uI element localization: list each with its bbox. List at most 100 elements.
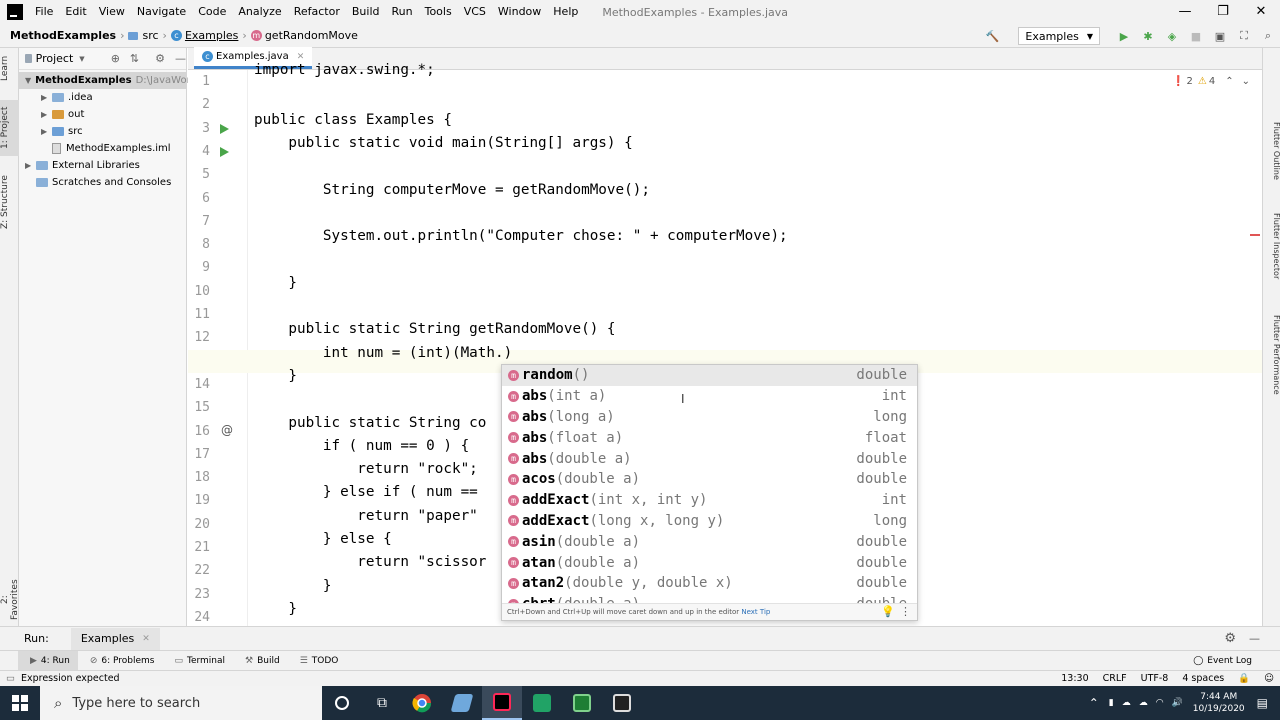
menu-item-refactor[interactable]: Refactor — [288, 0, 346, 24]
minimize-button[interactable]: — — [1166, 0, 1204, 24]
code-line[interactable]: return "rock"; — [254, 458, 478, 481]
completion-item[interactable]: m acos (double a) double — [502, 469, 917, 490]
file-encoding[interactable]: UTF-8 — [1141, 673, 1169, 684]
code-line[interactable]: String computerMove = getRandomMove(); — [254, 179, 650, 202]
breadcrumb-method[interactable]: getRandomMove — [265, 29, 358, 42]
taskbar-search-box[interactable]: ⌕ Type here to search — [40, 686, 322, 720]
menu-item-file[interactable]: File — [29, 0, 59, 24]
menu-item-build[interactable]: Build — [346, 0, 386, 24]
tree-item[interactable]: ▼ MethodExamples D:\JavaWork — [19, 72, 196, 89]
chevron-down-icon[interactable]: ▼ — [25, 76, 31, 85]
run-icon[interactable]: ▶ — [1116, 28, 1132, 44]
menu-item-analyze[interactable]: Analyze — [232, 0, 287, 24]
clock[interactable]: 7:44 AM 10/19/2020 — [1193, 691, 1245, 715]
network-icon[interactable]: ▮ — [1109, 698, 1114, 708]
notifications-icon[interactable]: ▤ — [1257, 696, 1268, 710]
chevron-right-icon[interactable]: ▶ — [41, 127, 52, 136]
tree-item[interactable]: MethodExamples.iml — [19, 140, 186, 157]
event-log-button[interactable]: ◯ Event Log — [1185, 651, 1260, 671]
tree-item[interactable]: Scratches and Consoles — [19, 174, 186, 191]
cortana-icon[interactable] — [322, 686, 362, 720]
project-structure-icon[interactable]: ▣ — [1212, 28, 1228, 44]
task-view-icon[interactable]: ⧉ — [362, 686, 402, 720]
completion-item[interactable]: m abs (int a) int — [502, 386, 917, 407]
code-line[interactable]: return "paper" — [254, 505, 478, 528]
completion-item[interactable]: m addExact (int x, int y) int — [502, 490, 917, 511]
project-panel-title[interactable]: Project — [36, 52, 74, 65]
run-gutter-icon[interactable] — [220, 146, 229, 157]
stop-icon[interactable]: ■ — [1188, 28, 1204, 44]
tab-flutter-performance[interactable]: Flutter Performance — [1263, 300, 1280, 410]
run-gutter-icon[interactable] — [220, 123, 229, 134]
next-tip-link[interactable]: Next Tip — [741, 608, 770, 616]
completion-item[interactable]: m random() double — [502, 365, 917, 386]
close-button[interactable]: ✕ — [1242, 0, 1280, 24]
completion-item[interactable]: m abs (double a) double — [502, 448, 917, 469]
menu-item-help[interactable]: Help — [547, 0, 584, 24]
code-line[interactable]: } else { — [254, 528, 392, 551]
code-line[interactable]: int num = (int)(Math.) — [254, 342, 512, 365]
lock-icon[interactable]: 🔒 — [1238, 673, 1250, 684]
code-line[interactable]: public static String co — [254, 412, 486, 435]
code-line[interactable]: } — [254, 598, 297, 621]
caret-position[interactable]: 13:30 — [1061, 673, 1088, 684]
menu-item-edit[interactable]: Edit — [59, 0, 92, 24]
tab-structure[interactable]: Z: Structure — [0, 170, 19, 234]
code-line[interactable]: import javax.swing.*; — [254, 59, 435, 82]
coverage-icon[interactable]: ◈ — [1164, 28, 1180, 44]
tree-item[interactable]: ▶ .idea — [19, 89, 186, 106]
chrome-icon[interactable] — [402, 686, 442, 720]
tool-window--run[interactable]: run-icon▶4: Run — [18, 650, 78, 671]
completion-item[interactable]: m abs (float a) float — [502, 427, 917, 448]
tool-window-todo[interactable]: todo-icon☰TODO — [288, 651, 347, 671]
code-line[interactable]: public static void main(String[] args) { — [254, 132, 632, 155]
locate-icon[interactable]: ⊕ — [111, 52, 120, 65]
tab-flutter-outline[interactable]: Flutter Outline — [1263, 110, 1280, 192]
chevron-down-icon[interactable]: ▼ — [79, 55, 84, 63]
close-tab-icon[interactable]: ✕ — [142, 634, 150, 644]
maximize-button[interactable]: ❐ — [1204, 0, 1242, 24]
tab-learn[interactable]: Learn — [0, 54, 19, 82]
tab-favorites[interactable]: 2: Favorites — [0, 576, 20, 624]
run-tab[interactable]: Examples ✕ — [70, 627, 160, 650]
run-configuration-select[interactable]: Examples ▼ — [1018, 27, 1100, 45]
settings-icon[interactable]: ⛶ — [1236, 28, 1252, 44]
lightbulb-icon[interactable]: 💡 — [881, 604, 895, 620]
completion-item[interactable]: m atan (double a) double — [502, 552, 917, 573]
windows-start-icon[interactable] — [0, 686, 40, 720]
chevron-right-icon[interactable]: ▶ — [25, 161, 36, 170]
tab-project[interactable]: 1: Project — [0, 100, 19, 156]
volume-icon[interactable]: 🔊 — [1172, 698, 1183, 708]
build-hammer-icon[interactable]: 🔨 — [984, 28, 1000, 44]
code-line[interactable]: } — [254, 575, 332, 598]
completion-item[interactable]: m atan2 (double y, double x) double — [502, 573, 917, 594]
completion-item[interactable]: m asin (double a) double — [502, 531, 917, 552]
sheets-app-icon[interactable] — [522, 686, 562, 720]
code-line[interactable]: public class Examples { — [254, 109, 452, 132]
chevron-down-icon[interactable]: ⌄ — [1242, 76, 1250, 87]
gear-icon[interactable]: ⚙ — [1224, 631, 1236, 646]
code-line[interactable]: return "scissor — [254, 551, 486, 574]
indent-setting[interactable]: 4 spaces — [1182, 673, 1224, 684]
code-line[interactable]: } else if ( num == — [254, 481, 478, 504]
chevron-right-icon[interactable]: ▶ — [41, 93, 52, 102]
tool-window-terminal[interactable]: terminal-icon▭Terminal — [162, 651, 233, 671]
menu-item-window[interactable]: Window — [492, 0, 547, 24]
menu-item-code[interactable]: Code — [192, 0, 232, 24]
breadcrumb-class[interactable]: Examples — [185, 29, 238, 42]
menu-item-vcs[interactable]: VCS — [458, 0, 492, 24]
code-line[interactable]: } — [254, 365, 297, 388]
tool-window-build[interactable]: build-icon⚒Build — [233, 651, 288, 671]
intellij-taskbar-icon[interactable] — [482, 686, 522, 720]
override-gutter-icon[interactable]: @ — [221, 423, 233, 437]
error-stripe-mark[interactable] — [1250, 234, 1260, 236]
tree-item[interactable]: ▶ src — [19, 123, 186, 140]
line-gutter[interactable]: 123456789101112131415161718192021222324@ — [188, 70, 248, 626]
code-line[interactable]: public static String getRandomMove() { — [254, 318, 615, 341]
code-line[interactable]: } — [254, 272, 297, 295]
onedrive-icon[interactable]: ☁ — [1122, 698, 1131, 708]
chevron-up-icon[interactable]: ⌃ — [1089, 696, 1099, 710]
completion-item[interactable]: m addExact (long x, long y) long — [502, 511, 917, 532]
menu-item-tools[interactable]: Tools — [419, 0, 458, 24]
hide-icon[interactable]: — — [175, 52, 186, 65]
